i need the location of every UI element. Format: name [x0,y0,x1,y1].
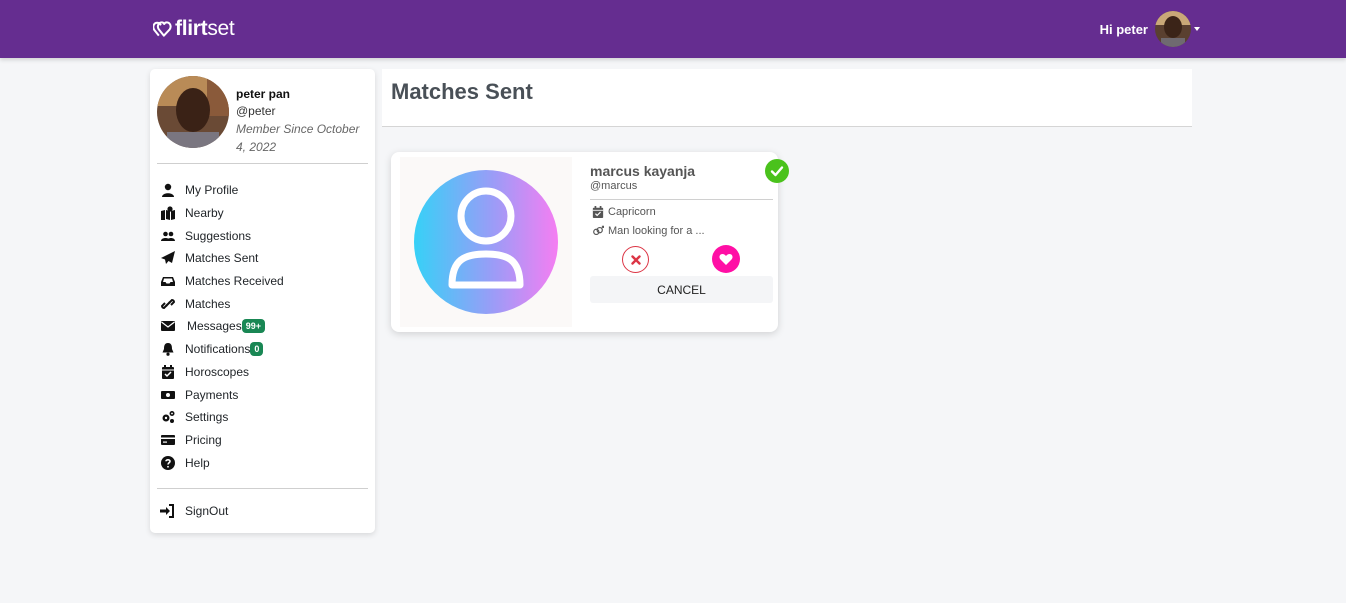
sidebar-divider [157,163,368,164]
sidebar-item-horoscopes[interactable]: Horoscopes [160,361,360,384]
sidebar-item-label: Settings [185,410,229,425]
profile-handle: @peter [236,104,276,118]
sidebar-item-label: Horoscopes [185,364,250,379]
question-circle-icon [160,455,176,470]
sidebar-item-pricing[interactable]: Pricing [160,429,360,452]
hearts-logo-icon [153,21,172,37]
sidebar-item-payments[interactable]: Payments [160,383,360,406]
heart-icon [719,253,733,265]
messages-count-badge: 99+ [241,319,265,334]
profile-avatar[interactable] [157,76,229,148]
brand-logo[interactable]: flirt set [153,17,235,41]
sidebar-item-label: My Profile [185,183,239,198]
sidebar-item-matches-sent[interactable]: Matches Sent [160,247,360,270]
zodiac-row: Capricorn [592,206,656,218]
page-header: Matches Sent [382,69,1192,127]
sidebar-item-matches-received[interactable]: Matches Received [160,270,360,293]
member-since: Member Since October 4, 2022 [236,122,360,154]
avatar[interactable] [1155,11,1191,47]
sidebar-item-label: Matches Received [185,274,284,289]
sidebar-item-suggestions[interactable]: Suggestions [160,224,360,247]
user-greeting: Hi peter [1099,21,1148,37]
calendar-check-icon [160,364,176,379]
paper-plane-icon [160,251,176,265]
reject-button[interactable] [622,246,649,273]
match-handle: @marcus [590,180,638,192]
sidebar: peter pan @peter Member Since October 4,… [150,69,375,533]
sidebar-item-label: Nearby [185,206,224,221]
sidebar-item-label: Notifications [185,342,251,357]
match-card: marcus kayanja @marcus Capricorn Man loo… [391,152,789,332]
signout-label: SignOut [185,504,229,518]
sidebar-item-notifications[interactable]: Notifications 0 [160,338,360,361]
sidebar-item-my-profile[interactable]: My Profile [160,179,360,202]
sign-in-icon [160,504,176,518]
zodiac-sign: Capricorn [608,206,656,218]
bell-icon [160,342,176,356]
sidebar-item-matches[interactable]: Matches [160,292,360,315]
sidebar-divider [157,488,368,489]
match-name[interactable]: marcus kayanja [590,163,695,179]
user-placeholder-icon [414,170,558,314]
inbox-icon [160,274,176,288]
card-divider [590,199,773,200]
close-icon [630,254,641,265]
cancel-button[interactable]: CANCEL [590,276,773,303]
users-icon [160,229,176,243]
cogs-icon [160,410,176,424]
sidebar-item-label: Suggestions [185,228,252,243]
user-dropdown[interactable]: Hi peter [1100,11,1200,47]
sidebar-item-label: Matches Sent [185,251,259,266]
brand-name-light: set [207,17,235,40]
looking-for-text: Man looking for a ... [608,225,705,237]
sidebar-menu: My Profile Nearby Suggestions Matches Se… [160,179,360,474]
calendar-icon [592,206,604,218]
sidebar-item-label: Pricing [185,432,222,447]
like-button[interactable] [712,245,740,273]
money-bill-icon [160,388,176,402]
sidebar-item-label: Help [185,455,210,470]
top-navbar: flirt set Hi peter [0,0,1346,58]
sidebar-item-settings[interactable]: Settings [160,406,360,429]
user-icon [160,183,176,198]
genderless-icon [593,225,604,236]
chevron-down-icon[interactable] [1194,27,1200,31]
sidebar-item-messages[interactable]: Messages 99+ [160,315,360,338]
check-circle-icon [765,159,789,183]
sidebar-item-label: Payments [185,387,239,402]
page-title: Matches Sent [391,79,533,104]
profile-name: peter pan [236,87,291,101]
looking-for-row: Man looking for a ... [592,225,705,237]
sidebar-item-label: Messages [187,319,242,334]
sidebar-item-nearby[interactable]: Nearby [160,202,360,225]
link-icon [160,297,176,311]
brand-name-bold: flirt [175,17,208,40]
sidebar-item-help[interactable]: Help [160,451,360,474]
signout-link[interactable]: SignOut [160,504,228,518]
map-marker-icon [160,206,176,221]
notifications-count-badge: 0 [250,342,264,357]
envelope-icon [160,319,176,333]
match-photo[interactable] [400,157,572,327]
sidebar-item-label: Matches [185,296,231,311]
credit-card-icon [160,433,176,447]
